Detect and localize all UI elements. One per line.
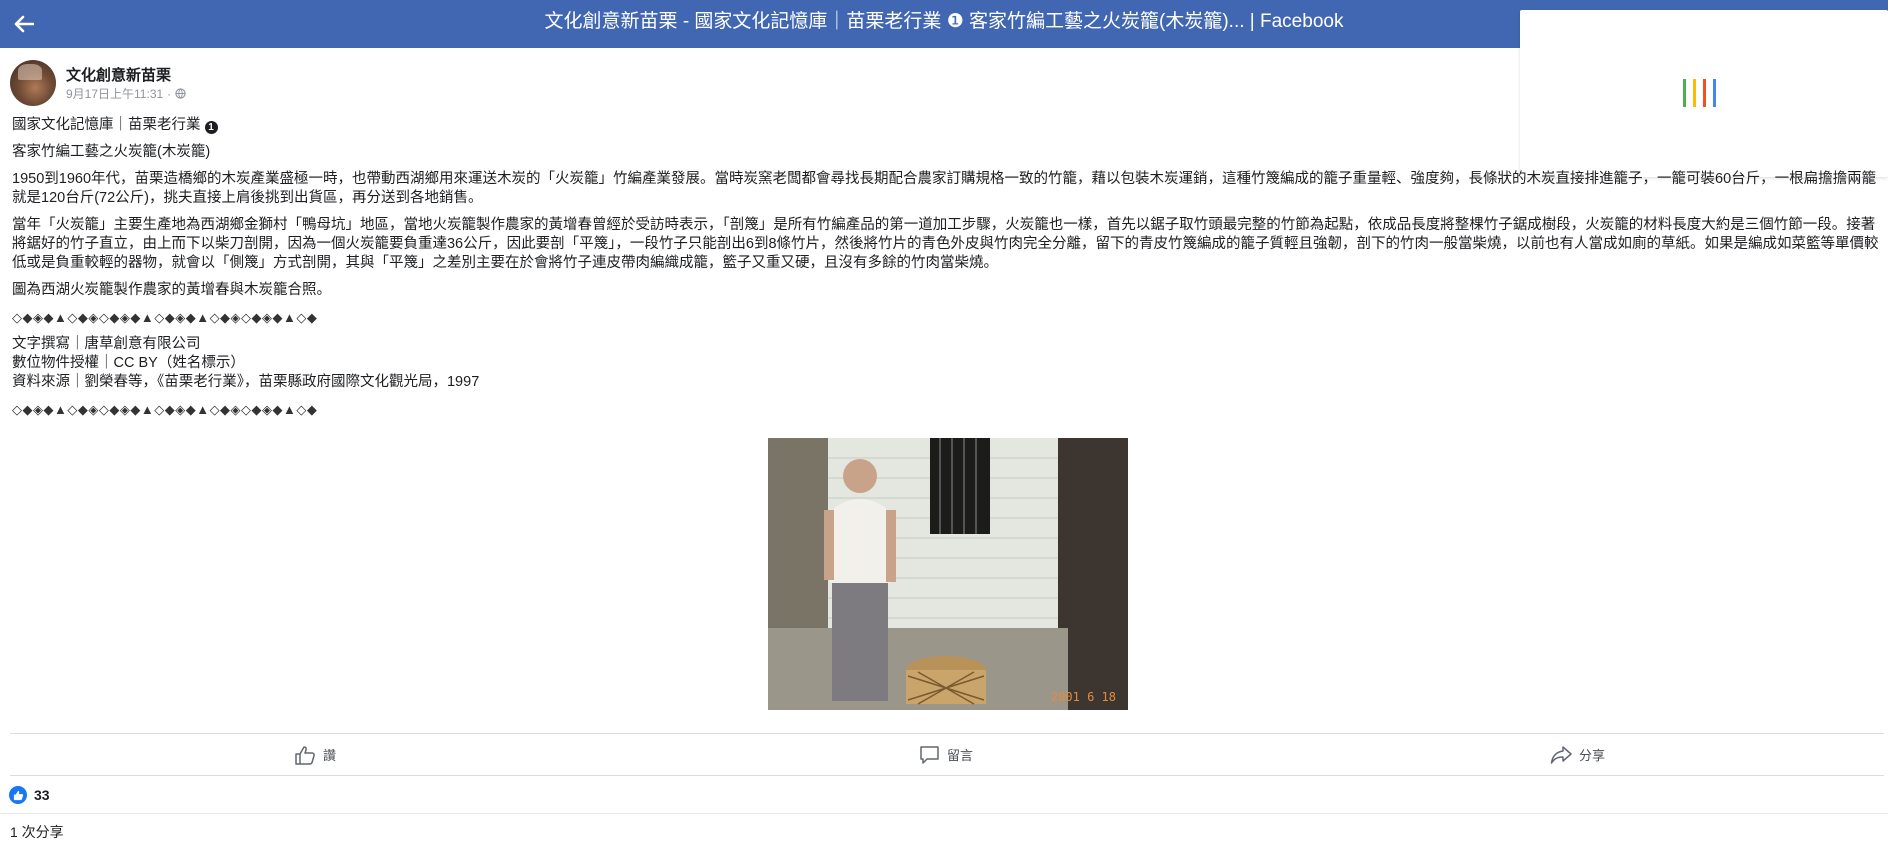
loading-spinner-icon — [1683, 79, 1731, 107]
thumbs-up-icon — [295, 745, 315, 765]
like-label: 讚 — [323, 748, 337, 763]
paragraph-2: 當年「火炭籠」主要生產地為西湖鄉金獅村「鴨母坑」地區，當地火炭籠製作農家的黃增春… — [12, 217, 1879, 271]
loader-bar — [1713, 79, 1716, 107]
post-meta: 9月17日上午11:31 · — [66, 85, 186, 102]
comment-label: 留言 — [947, 748, 974, 763]
photo-illustration — [768, 438, 1128, 710]
loader-bar — [1683, 79, 1686, 107]
like-reaction-icon — [9, 786, 27, 804]
meta-separator: · — [167, 86, 172, 101]
timestamp-link[interactable]: 9月17日上午11:31 — [66, 85, 163, 102]
post-photo[interactable]: 2001 6 18 — [768, 438, 1128, 710]
like-button[interactable]: 讚 — [294, 734, 336, 775]
photo-date-stamp: 2001 6 18 — [1050, 690, 1116, 704]
thumbs-up-icon — [13, 790, 23, 800]
credit-source: 資料來源｜劉榮春等，《苗栗老行業》，苗栗縣政府國際文化觀光局，1997 — [12, 374, 480, 390]
decorative-divider: ◇◆◈◆▲◇◆◈◇◆◈◆▲◇◆◈◆▲◇◆◈◇◆◈◆▲◇◆ — [12, 310, 318, 325]
post-category-line: 國家文化記憶庫｜苗栗老行業 1 — [12, 116, 1882, 135]
decorative-divider: ◇◆◈◆▲◇◆◈◇◆◈◆▲◇◆◈◆▲◇◆◈◇◆◈◆▲◇◆ — [12, 402, 318, 417]
reaction-count: 33 — [34, 787, 50, 803]
loader-bar — [1693, 79, 1696, 107]
stats-divider — [0, 813, 1888, 814]
number-one-icon: 1 — [204, 121, 218, 134]
avatar[interactable] — [10, 60, 56, 106]
comment-button[interactable]: 留言 — [919, 734, 973, 775]
share-label: 分享 — [1579, 748, 1606, 763]
share-count[interactable]: 1 次分享 — [10, 822, 64, 842]
post-action-bar: 讚 留言 分享 — [10, 733, 1884, 776]
photo-caption: 圖為西湖火炭籠製作農家的黃增春與木炭籠合照。 — [12, 282, 331, 298]
credit-license: 數位物件授權｜CC BY（姓名標示） — [12, 355, 245, 371]
post-title-line: 客家竹編工藝之火炭籠(木炭籠) — [12, 144, 211, 160]
comment-icon — [920, 745, 939, 764]
credit-author: 文字撰寫｜唐草創意有限公司 — [12, 336, 201, 352]
globe-icon — [175, 88, 186, 99]
share-button[interactable]: 分享 — [1550, 734, 1605, 775]
loader-bar — [1703, 79, 1706, 107]
credits-block: 文字撰寫｜唐草創意有限公司 數位物件授權｜CC BY（姓名標示） 資料來源｜劉榮… — [12, 335, 1882, 392]
page-name-link[interactable]: 文化創意新苗栗 — [66, 64, 171, 85]
share-arrow-icon — [1550, 745, 1572, 764]
post-body: 國家文化記憶庫｜苗栗老行業 1 客家竹編工藝之火炭籠(木炭籠) 1950到1960… — [12, 116, 1882, 427]
category-text: 國家文化記憶庫｜苗栗老行業 — [12, 117, 201, 133]
paragraph-1: 1950到1960年代，苗栗造橋鄉的木炭產業盛極一時，也帶動西湖鄉用來運送木炭的… — [12, 171, 1877, 206]
reaction-summary[interactable]: 33 — [9, 783, 50, 807]
